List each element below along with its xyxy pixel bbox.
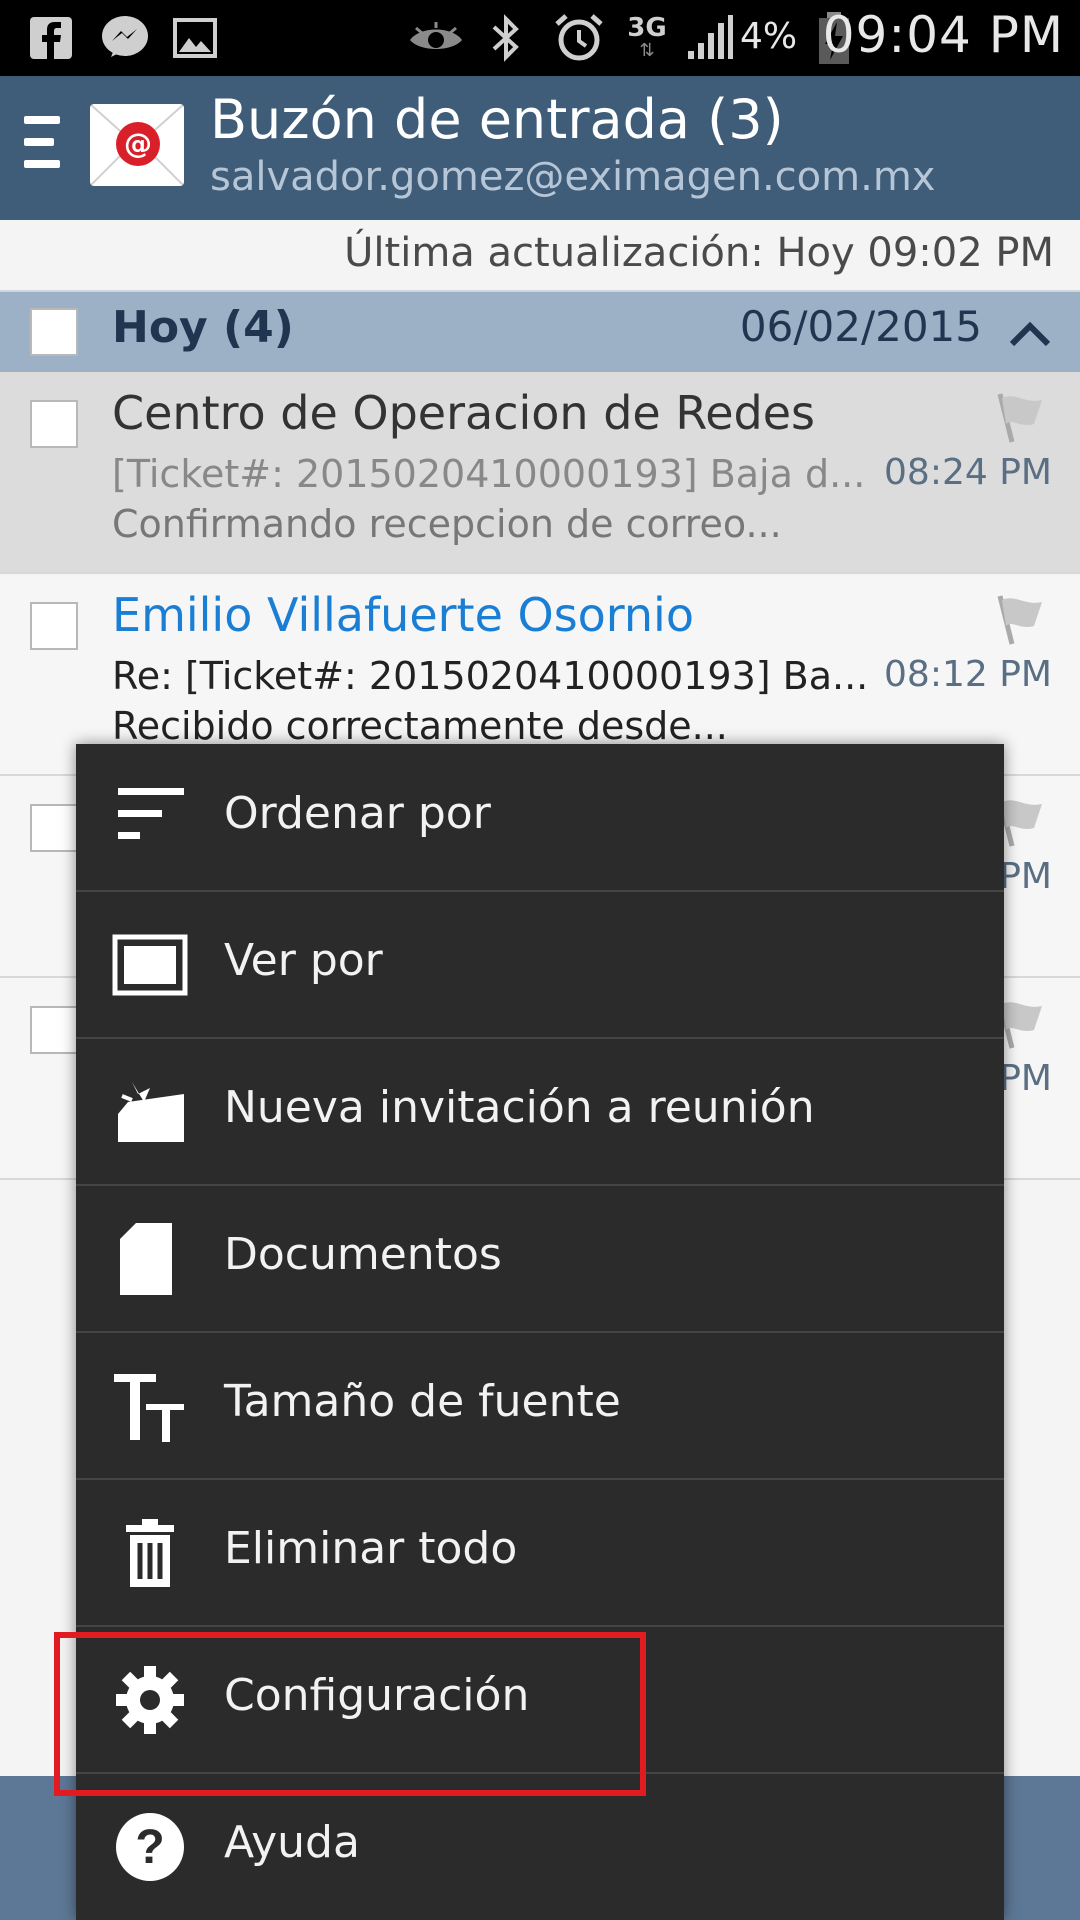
status-time: 09:04 PM [822, 6, 1064, 64]
mail-preview: Recibido correctamente desde... [112, 704, 728, 748]
network-3g-icon: 3G ⇅ [627, 13, 667, 61]
flag-icon[interactable] [994, 390, 1048, 446]
menu-bar-line [24, 160, 60, 168]
meeting-invite-icon [118, 1082, 184, 1142]
last-update-bar: Última actualización: Hoy 09:02 PM [0, 220, 1080, 292]
menu-item-label: Ordenar por [224, 788, 491, 839]
sort-icon [118, 788, 184, 839]
menu-bar-line [24, 116, 60, 124]
mail-time: 08:12 PM [884, 654, 1052, 695]
menu-item-meeting-invite[interactable]: Nueva invitación a reunión [76, 1038, 1004, 1186]
app-header: @ Buzón de entrada (3) salvador.gomez@ex… [0, 76, 1080, 220]
flag-icon[interactable] [994, 592, 1048, 648]
menu-item-label: Eliminar todo [224, 1523, 518, 1574]
battery-percent: 4% [740, 16, 798, 57]
font-size-icon [114, 1374, 184, 1442]
menu-item-delete-all[interactable]: Eliminar todo [76, 1479, 1004, 1627]
mail-subject: Re: [Ticket#: 2015020410000193] Ba... [112, 654, 869, 698]
date-group-header[interactable]: Hoy (4) 06/02/2015 [0, 292, 1080, 372]
alarm-icon [552, 10, 606, 66]
mail-select-checkbox[interactable] [30, 400, 78, 448]
menu-item-label: Ayuda [224, 1817, 360, 1868]
mail-time: PM [999, 856, 1052, 897]
menu-item-documents[interactable]: Documentos [76, 1185, 1004, 1333]
menu-item-label: Nueva invitación a reunión [224, 1082, 815, 1133]
at-sign-icon: @ [116, 122, 160, 166]
status-bar: 3G ⇅ 4% 09:04 PM [0, 0, 1080, 76]
email-app-logo: @ [90, 104, 184, 186]
highlight-box [54, 1632, 646, 1796]
menu-item-label: Tamaño de fuente [224, 1376, 621, 1427]
document-icon [120, 1223, 172, 1295]
menu-item-sort[interactable]: Ordenar por [76, 744, 1004, 892]
menu-item-label: Ver por [224, 935, 383, 986]
trash-icon [126, 1519, 174, 1587]
group-title: Hoy (4) [112, 302, 294, 353]
view-icon [112, 934, 188, 996]
mail-select-checkbox[interactable] [30, 1006, 78, 1054]
mail-preview: Confirmando recepcion de correo... [112, 502, 782, 546]
last-update-text: Última actualización: Hoy 09:02 PM [344, 230, 1054, 276]
menu-item-view[interactable]: Ver por [76, 891, 1004, 1039]
mail-sender: Centro de Operacion de Redes [112, 386, 815, 440]
mail-subject: [Ticket#: 2015020410000193] Baja d... [112, 452, 866, 496]
help-icon: ? [116, 1813, 184, 1881]
menu-bar-line [24, 138, 54, 146]
messenger-icon [98, 10, 152, 66]
drawer-menu-button[interactable] [24, 116, 64, 180]
inbox-title[interactable]: Buzón de entrada (3) [210, 88, 784, 151]
mail-select-checkbox[interactable] [30, 602, 78, 650]
signal-icon [682, 10, 736, 66]
menu-item-label: Documentos [224, 1229, 502, 1280]
mail-sender: Emilio Villafuerte Osornio [112, 588, 694, 642]
mail-select-checkbox[interactable] [30, 804, 78, 852]
facebook-icon [26, 10, 76, 66]
svg-text:?: ? [135, 1821, 164, 1874]
group-date: 06/02/2015 [739, 302, 982, 351]
group-select-checkbox[interactable] [30, 308, 78, 356]
menu-item-font-size[interactable]: Tamaño de fuente [76, 1332, 1004, 1480]
mail-time: 08:24 PM [884, 452, 1052, 493]
eye-icon [408, 10, 464, 66]
image-icon [172, 10, 218, 66]
chevron-up-icon[interactable] [1008, 316, 1052, 348]
bluetooth-icon [486, 10, 526, 66]
mail-list-item[interactable]: Centro de Operacion de Redes [Ticket#: 2… [0, 372, 1080, 574]
mail-time: PM [999, 1058, 1052, 1099]
account-email: salvador.gomez@eximagen.com.mx [210, 154, 936, 200]
